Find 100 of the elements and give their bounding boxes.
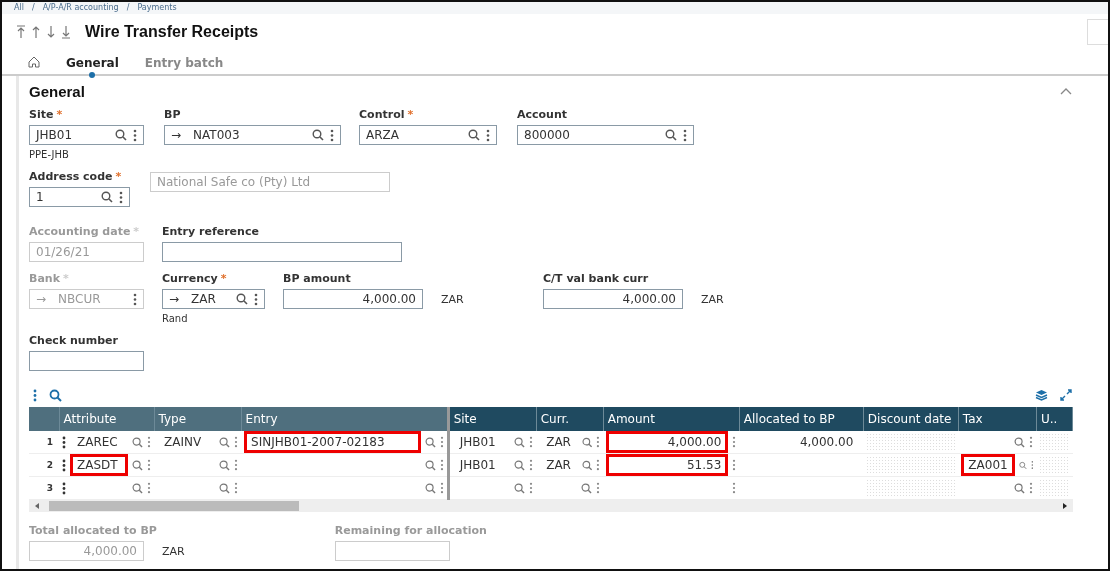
row-menu-icon[interactable] bbox=[62, 435, 66, 449]
breadcrumb-link[interactable]: All bbox=[14, 3, 24, 13]
more-icon[interactable] bbox=[234, 482, 239, 494]
more-icon[interactable] bbox=[1030, 459, 1034, 471]
row-number: 2 bbox=[29, 453, 59, 477]
search-icon[interactable] bbox=[132, 436, 144, 448]
search-icon[interactable] bbox=[424, 436, 436, 448]
input-field[interactable]: 4,000.00 bbox=[543, 289, 683, 309]
search-icon[interactable] bbox=[424, 482, 436, 494]
column-header[interactable]: Attribute bbox=[59, 407, 155, 431]
more-icon[interactable] bbox=[119, 190, 123, 204]
more-icon[interactable] bbox=[529, 482, 534, 494]
more-icon[interactable] bbox=[732, 459, 737, 471]
more-icon[interactable] bbox=[1029, 436, 1034, 448]
field-label: Entry reference bbox=[162, 225, 260, 240]
more-icon[interactable] bbox=[439, 482, 444, 494]
column-header[interactable]: Amount bbox=[603, 407, 740, 431]
column-header[interactable]: Tax bbox=[958, 407, 1037, 431]
column-header[interactable]: Discount date bbox=[863, 407, 959, 431]
field-label: C/T val bank curr bbox=[543, 272, 650, 287]
search-icon[interactable] bbox=[514, 482, 526, 494]
input-field[interactable] bbox=[29, 351, 144, 371]
search-icon[interactable] bbox=[49, 388, 62, 402]
row-menu-icon[interactable] bbox=[62, 458, 66, 472]
search-icon[interactable] bbox=[581, 482, 593, 494]
more-icon[interactable] bbox=[33, 388, 37, 402]
breadcrumb-link[interactable]: Payments bbox=[137, 3, 177, 13]
row-menu-icon[interactable] bbox=[62, 481, 66, 495]
more-icon[interactable] bbox=[529, 459, 534, 471]
search-icon[interactable] bbox=[132, 482, 144, 494]
collapse-icon[interactable] bbox=[1060, 87, 1072, 95]
field-note: Rand bbox=[162, 313, 189, 324]
more-icon[interactable] bbox=[439, 459, 444, 471]
field-label: Total allocated to BP bbox=[29, 524, 158, 539]
column-header[interactable]: Allocated to BP bbox=[739, 407, 864, 431]
more-icon[interactable] bbox=[147, 436, 152, 448]
column-header[interactable]: Entry bbox=[241, 407, 449, 431]
search-icon[interactable] bbox=[101, 191, 113, 203]
table-cell: ZASDT bbox=[70, 454, 129, 476]
column-header[interactable]: Type bbox=[154, 407, 242, 431]
search-icon[interactable] bbox=[514, 436, 526, 448]
column-header[interactable]: U.. bbox=[1036, 407, 1073, 431]
more-icon[interactable] bbox=[133, 128, 137, 142]
horizontal-scrollbar[interactable] bbox=[29, 500, 1073, 512]
search-icon[interactable] bbox=[514, 459, 526, 471]
tab[interactable]: Entry batch bbox=[144, 56, 224, 78]
more-icon[interactable] bbox=[683, 128, 687, 142]
search-icon[interactable] bbox=[312, 129, 324, 141]
more-icon[interactable] bbox=[147, 482, 152, 494]
search-icon[interactable] bbox=[219, 436, 231, 448]
field-note: PPE-JHB bbox=[29, 149, 70, 160]
input-field[interactable]: 1 bbox=[29, 187, 130, 207]
expand-icon[interactable] bbox=[1060, 389, 1072, 401]
input-field[interactable]: 800000 bbox=[517, 125, 694, 145]
down-arrow-icon[interactable] bbox=[46, 25, 56, 39]
up-arrow-icon[interactable] bbox=[31, 25, 41, 39]
more-icon[interactable] bbox=[529, 436, 534, 448]
more-icon[interactable] bbox=[1029, 482, 1034, 494]
more-icon[interactable] bbox=[330, 128, 334, 142]
input-field[interactable]: JHB01 bbox=[29, 125, 144, 145]
search-icon[interactable] bbox=[581, 436, 593, 448]
field-label: Currency * bbox=[162, 272, 228, 287]
more-icon[interactable] bbox=[596, 459, 601, 471]
more-icon[interactable] bbox=[234, 436, 239, 448]
more-icon[interactable] bbox=[596, 436, 601, 448]
table-cell-text: ZAINV bbox=[163, 434, 203, 451]
input-field[interactable] bbox=[162, 242, 402, 262]
more-icon[interactable] bbox=[596, 482, 601, 494]
search-icon[interactable] bbox=[219, 482, 231, 494]
search-icon[interactable] bbox=[581, 459, 593, 471]
more-icon[interactable] bbox=[486, 128, 490, 142]
table-cell-text: ZAR bbox=[545, 434, 572, 451]
search-icon[interactable] bbox=[132, 459, 144, 471]
input-field[interactable]: → ZAR bbox=[162, 289, 265, 309]
home-icon[interactable] bbox=[28, 56, 40, 68]
search-icon[interactable] bbox=[1014, 482, 1026, 494]
more-icon[interactable] bbox=[732, 436, 737, 448]
input-field[interactable] bbox=[334, 541, 450, 561]
first-record-icon[interactable] bbox=[16, 25, 26, 39]
search-icon[interactable] bbox=[219, 459, 231, 471]
search-icon[interactable] bbox=[115, 129, 127, 141]
more-icon[interactable] bbox=[732, 482, 737, 494]
input-field[interactable]: → NAT003 bbox=[164, 125, 341, 145]
more-icon[interactable] bbox=[147, 459, 152, 471]
column-header[interactable]: Site bbox=[448, 407, 537, 431]
input-field[interactable]: ARZA bbox=[359, 125, 497, 145]
search-icon[interactable] bbox=[236, 293, 248, 305]
search-icon[interactable] bbox=[424, 459, 436, 471]
more-icon[interactable] bbox=[234, 459, 239, 471]
more-icon[interactable] bbox=[254, 292, 258, 306]
breadcrumb-link[interactable]: A/P-A/R accounting bbox=[42, 3, 119, 13]
last-record-icon[interactable] bbox=[61, 25, 71, 39]
layers-icon[interactable] bbox=[1035, 389, 1048, 401]
tab[interactable]: General bbox=[66, 56, 119, 78]
search-icon[interactable] bbox=[468, 129, 480, 141]
more-icon[interactable] bbox=[439, 436, 444, 448]
search-icon[interactable] bbox=[665, 129, 677, 141]
input-field[interactable]: 4,000.00 bbox=[283, 289, 423, 309]
search-icon[interactable] bbox=[1014, 436, 1026, 448]
column-header[interactable]: Curr. bbox=[536, 407, 604, 431]
